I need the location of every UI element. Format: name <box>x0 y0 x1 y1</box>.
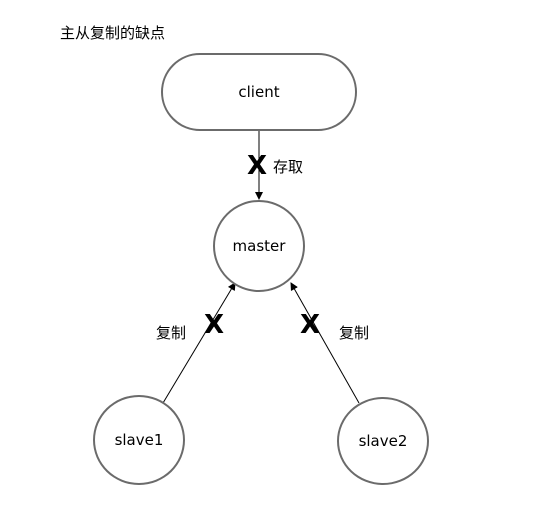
master-label: master <box>232 237 286 255</box>
slave2-label: slave2 <box>358 432 408 450</box>
slave2-node: slave2 <box>337 397 429 485</box>
slave1-node: slave1 <box>93 395 185 485</box>
slave1-master-edge-label: 复制 <box>156 324 187 342</box>
edge-slave1-master <box>162 282 236 404</box>
client-master-edge-label: 存取 <box>273 158 304 176</box>
edge-slave2-master <box>290 282 360 404</box>
slave2-master-cross-mark: X <box>300 310 321 340</box>
slave1-label: slave1 <box>114 431 164 449</box>
client-master-cross-mark: X <box>247 151 268 181</box>
master-node: master <box>213 200 305 292</box>
client-label: client <box>238 83 280 101</box>
client-node: client <box>161 53 357 131</box>
slave2-master-edge-label: 复制 <box>339 324 370 342</box>
slave1-master-cross-mark: X <box>204 310 225 340</box>
